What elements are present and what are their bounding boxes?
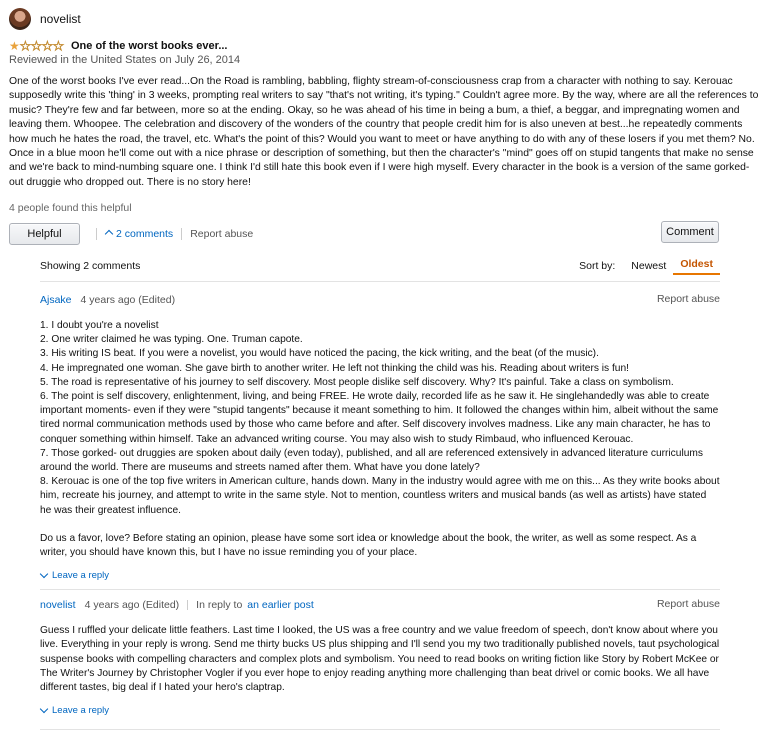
- comment-closing: Do us a favor, love? Before stating an o…: [40, 532, 697, 559]
- review-date: Reviewed in the United States on July 26…: [9, 54, 241, 66]
- leave-reply-link[interactable]: Leave a reply: [39, 705, 720, 717]
- sort-control: Sort by: Newest Oldest: [579, 258, 720, 275]
- comment-line: 6. The point is self discovery, enlighte…: [40, 391, 719, 445]
- star-icon: ★: [53, 38, 65, 53]
- chevron-up-icon: [104, 230, 114, 239]
- report-abuse-link[interactable]: Report abuse: [657, 598, 720, 610]
- comment-line: 5. The road is representative of his jou…: [40, 376, 674, 388]
- chevron-down-icon: [39, 570, 49, 579]
- reviewer-name[interactable]: novelist: [40, 12, 81, 26]
- comment-button[interactable]: Comment: [661, 221, 719, 243]
- comments-section: Showing 2 comments Sort by: Newest Oldes…: [39, 258, 720, 730]
- comments-toggle[interactable]: 2 comments: [104, 228, 174, 241]
- comments-count: Showing 2 comments: [40, 260, 141, 272]
- star-rating: ★ ★ ★ ★ ★: [9, 38, 65, 53]
- leave-reply-label: Leave a reply: [52, 705, 110, 717]
- comment-line: 7. Those gorked- out druggies are spoken…: [40, 447, 703, 474]
- comment-line: 3. His writing IS beat. If you were a no…: [40, 348, 599, 360]
- star-icon: ★: [9, 38, 20, 53]
- divider: [181, 228, 183, 241]
- divider: [40, 281, 720, 282]
- rating-row: ★ ★ ★ ★ ★ One of the worst books ever...: [9, 39, 759, 52]
- review: novelist ★ ★ ★ ★ ★ One of the worst book…: [9, 8, 759, 246]
- review-body: One of the worst books I've ever read...…: [9, 76, 759, 188]
- comment-time: 4 years ago (Edited): [80, 294, 176, 306]
- earlier-post-link[interactable]: an earlier post: [247, 599, 314, 611]
- comment-body: Guess I ruffled your delicate little fea…: [40, 625, 720, 694]
- comment-line: 2. One writer claimed he was typing. One…: [40, 334, 303, 346]
- helpful-button[interactable]: Helpful: [9, 223, 80, 246]
- review-actions: Helpful 2 comments Report abuse: [9, 223, 759, 246]
- chevron-down-icon: [39, 705, 49, 714]
- comment-author[interactable]: novelist: [40, 599, 76, 611]
- sort-oldest[interactable]: Oldest: [673, 258, 720, 275]
- comment-line: 8. Kerouac is one of the top five writer…: [40, 476, 720, 516]
- comment-body: 1. I doubt you're a novelist 2. One writ…: [40, 319, 720, 560]
- divider: [187, 600, 189, 611]
- star-icon: ★: [20, 38, 32, 53]
- in-reply-to-label: In reply to: [196, 599, 243, 612]
- sort-newest[interactable]: Newest: [624, 260, 673, 272]
- comment-meta: Ajsake 4 years ago (Edited): [40, 293, 720, 307]
- review-title[interactable]: One of the worst books ever...: [71, 40, 227, 52]
- divider: [96, 228, 97, 241]
- comment: novelist 4 years ago (Edited) In reply t…: [39, 598, 720, 717]
- star-icon: ★: [31, 38, 43, 53]
- divider: [40, 589, 720, 591]
- comment-time: 4 years ago (Edited): [84, 599, 180, 612]
- comment-line: 4. He impregnated one woman. She gave bi…: [40, 362, 629, 374]
- comment-meta: novelist 4 years ago (Edited) In reply t…: [40, 598, 720, 612]
- comment-author[interactable]: Ajsake: [40, 294, 72, 306]
- report-abuse-link[interactable]: Report abuse: [657, 293, 720, 305]
- helpful-count: 4 people found this helpful: [9, 202, 132, 215]
- leave-reply-label: Leave a reply: [52, 570, 110, 582]
- avatar[interactable]: [9, 8, 31, 30]
- comment: Ajsake 4 years ago (Edited) Report abuse…: [39, 293, 720, 582]
- comments-header: Showing 2 comments Sort by: Newest Oldes…: [40, 258, 720, 275]
- star-icon: ★: [42, 38, 54, 53]
- report-abuse-link[interactable]: Report abuse: [190, 228, 253, 240]
- comment-line: 1. I doubt you're a novelist: [40, 320, 159, 331]
- reviewer-profile[interactable]: novelist: [9, 8, 759, 30]
- leave-reply-link[interactable]: Leave a reply: [39, 570, 720, 582]
- sort-label: Sort by:: [579, 260, 616, 272]
- comments-toggle-label: 2 comments: [116, 228, 174, 241]
